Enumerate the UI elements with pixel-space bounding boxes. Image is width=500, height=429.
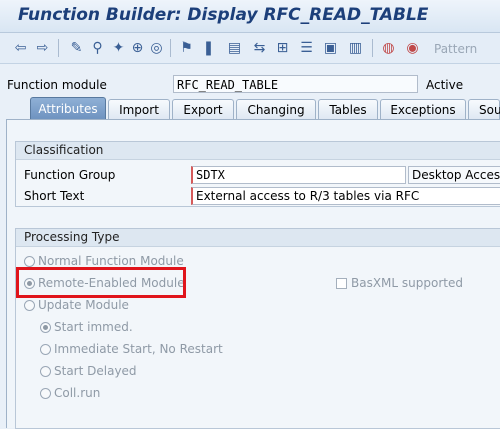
- other-object-icon[interactable]: ⊞: [274, 39, 291, 56]
- toolbar-separator: [170, 39, 171, 57]
- navigation-icon[interactable]: ⚑: [178, 39, 195, 56]
- test-icon[interactable]: ☰: [298, 39, 315, 56]
- radio-label: Normal Function Module: [38, 254, 184, 268]
- tab-changing[interactable]: Changing: [236, 99, 316, 119]
- object-list-icon[interactable]: ◎: [148, 39, 165, 56]
- tab-attributes[interactable]: Attributes: [30, 97, 106, 119]
- tab-strip: Attributes Import Export Changing Tables…: [0, 97, 500, 119]
- function-group-description: Desktop Access: [408, 166, 500, 184]
- toolbar-separator: [58, 39, 59, 57]
- function-group-label: Function Group: [24, 168, 116, 182]
- radio-label: Immediate Start, No Restart: [54, 342, 223, 356]
- toggle-display-change-icon[interactable]: ✎: [68, 39, 85, 56]
- back-arrow-icon[interactable]: ⇦: [12, 39, 29, 56]
- function-module-field[interactable]: RFC_READ_TABLE: [173, 75, 418, 93]
- radio-label: Start Delayed: [54, 364, 137, 378]
- radio-button-selected[interactable]: [40, 321, 51, 333]
- pattern-button[interactable]: Pattern: [434, 40, 477, 57]
- function-group-field[interactable]: SDTX: [191, 166, 406, 184]
- tab-import[interactable]: Import: [108, 99, 170, 119]
- highlight-box: [16, 267, 186, 298]
- radio-button[interactable]: [40, 343, 51, 355]
- radio-label: Start immed.: [54, 320, 133, 334]
- radio-coll-run[interactable]: Coll.run: [40, 386, 100, 400]
- application-toolbar: ⇦ ⇨ ✎ ⚲ ✦ ⊕ ◎ ⚑ ❚ ▤ ⇆ ⊞ ☰ ▣ ▥ ◍ ◉ Patter…: [0, 33, 500, 64]
- radio-label: Update Module: [38, 298, 129, 312]
- radio-button[interactable]: [40, 387, 51, 399]
- pattern-icon[interactable]: ◉: [404, 39, 421, 56]
- title-bar: Function Builder: Display RFC_READ_TABLE: [0, 0, 500, 33]
- function-module-row: Function module RFC_READ_TABLE Active: [0, 74, 500, 96]
- delete-icon[interactable]: ◍: [380, 39, 397, 56]
- help-icon[interactable]: ⇆: [251, 39, 268, 56]
- radio-normal-function-module[interactable]: Normal Function Module: [24, 254, 184, 268]
- radio-update-module[interactable]: Update Module: [24, 298, 129, 312]
- display-object-list-icon[interactable]: ❚: [200, 39, 217, 56]
- tab-export[interactable]: Export: [172, 99, 234, 119]
- classification-group: Classification Function Group SDTX Deskt…: [15, 141, 500, 207]
- activate-icon[interactable]: ✦: [110, 39, 127, 56]
- inactive-objects-icon[interactable]: ▤: [226, 39, 243, 56]
- breakpoint-icon[interactable]: ▣: [322, 39, 339, 56]
- window-title: Function Builder: Display RFC_READ_TABLE: [18, 5, 429, 25]
- classification-title: Classification: [16, 142, 500, 160]
- tab-source-code[interactable]: Sou: [468, 99, 500, 119]
- function-module-label: Function module: [7, 78, 107, 92]
- radio-button[interactable]: [24, 299, 35, 311]
- status-text: Active: [426, 78, 464, 92]
- layout-icon[interactable]: ▥: [347, 39, 364, 56]
- checkbox-box[interactable]: [336, 277, 347, 289]
- tab-exceptions[interactable]: Exceptions: [380, 99, 466, 119]
- radio-label: Coll.run: [54, 386, 101, 400]
- processing-type-title: Processing Type: [16, 229, 500, 247]
- radio-button[interactable]: [40, 365, 51, 377]
- where-used-icon[interactable]: ⊕: [129, 39, 146, 56]
- check-icon[interactable]: ⚲: [89, 39, 106, 56]
- radio-button[interactable]: [24, 255, 35, 267]
- radio-start-delayed[interactable]: Start Delayed: [40, 364, 137, 378]
- short-text-label: Short Text: [24, 189, 85, 203]
- processing-type-group: Processing Type Normal Function Module R…: [15, 228, 500, 429]
- toolbar-separator: [372, 39, 373, 57]
- checkbox-label: BasXML supported: [351, 276, 463, 290]
- radio-immediate-start-no-restart[interactable]: Immediate Start, No Restart: [40, 342, 223, 356]
- short-text-field[interactable]: External access to R/3 tables via RFC: [191, 187, 500, 205]
- tab-tables[interactable]: Tables: [318, 99, 378, 119]
- basxml-checkbox[interactable]: BasXML supported: [336, 276, 463, 290]
- forward-arrow-icon[interactable]: ⇨: [34, 39, 51, 56]
- radio-start-immed[interactable]: Start immed.: [40, 320, 133, 334]
